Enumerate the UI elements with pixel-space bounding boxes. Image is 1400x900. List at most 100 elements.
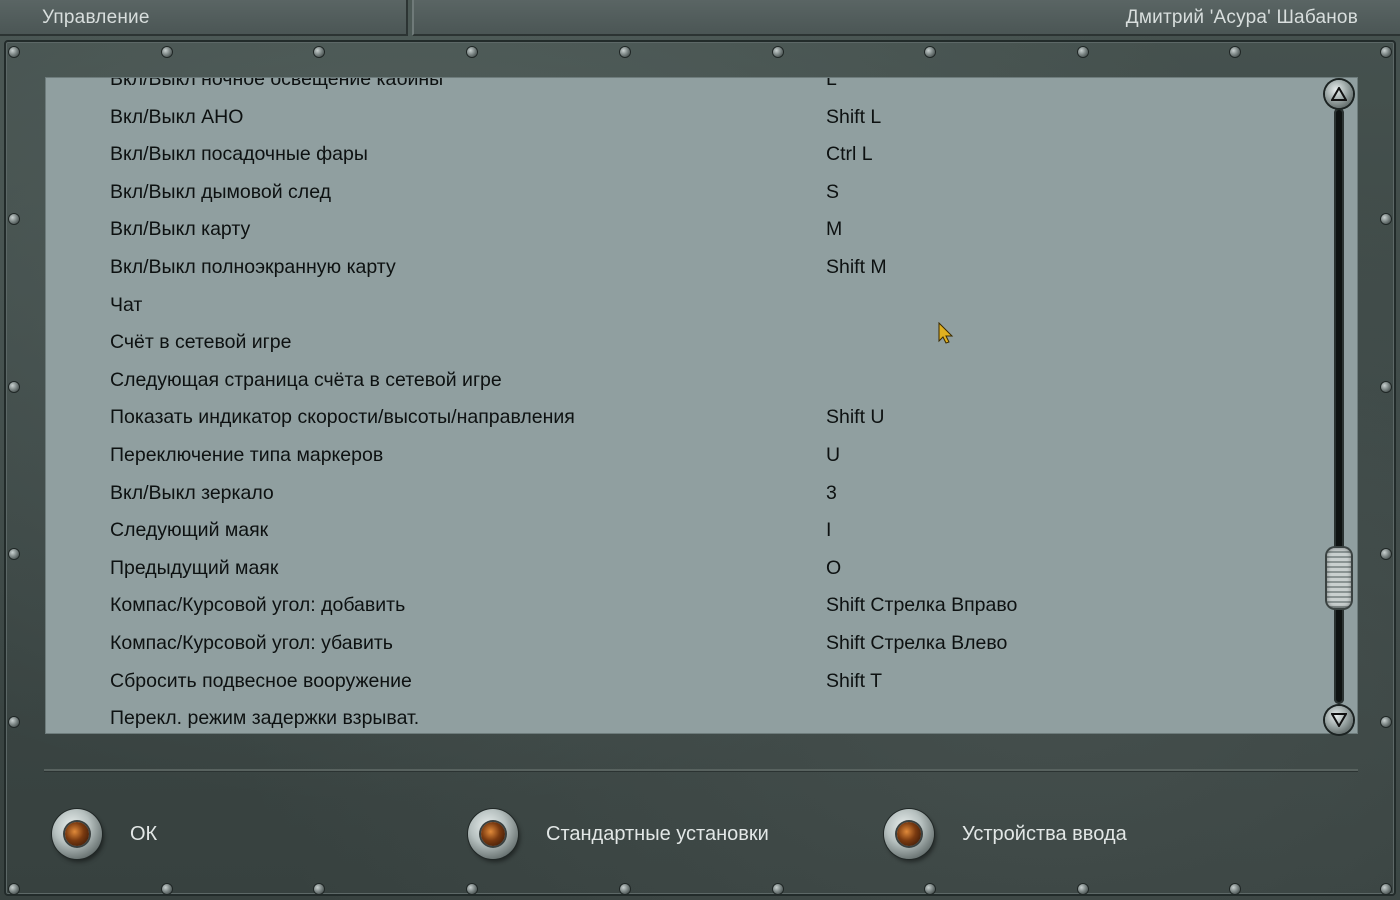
rivet-icon <box>9 884 19 894</box>
list-scrollbar[interactable] <box>1322 80 1356 734</box>
rivet-icon <box>467 884 477 894</box>
rivet-icon <box>9 549 19 559</box>
rivet-icon <box>1078 884 1088 894</box>
action-label: Показать индикатор скорости/высоты/напра… <box>110 406 575 429</box>
rivet-icon <box>9 382 19 392</box>
key-binding[interactable]: I <box>826 519 831 542</box>
list-item[interactable]: Вкл/Выкл дымовой след S <box>46 173 1321 211</box>
rivet-icon <box>1381 549 1391 559</box>
list-item[interactable]: Вкл/Выкл посадочные фары Ctrl L <box>46 135 1321 173</box>
defaults-button-label[interactable]: Стандартные установки <box>546 823 769 846</box>
rivet-icon <box>1230 884 1240 894</box>
list-item[interactable]: Перекл. режим задержки взрыват. <box>46 699 1321 733</box>
list-item[interactable]: Счёт в сетевой игре <box>46 323 1321 361</box>
knob-icon[interactable] <box>468 809 518 859</box>
rivet-icon <box>314 884 324 894</box>
rivet-icon <box>1381 382 1391 392</box>
title-bar-left: Управление <box>0 0 408 36</box>
key-bindings-rows: Вкл/Выкл ночное освещение кабины L Вкл/Вы… <box>46 77 1321 733</box>
key-binding[interactable]: U <box>826 444 840 467</box>
action-label: Вкл/Выкл зеркало <box>110 481 274 504</box>
key-bindings-list[interactable]: Вкл/Выкл ночное освещение кабины L Вкл/Вы… <box>45 77 1358 734</box>
list-item[interactable]: Компас/Курсовой угол: добавить Shift Стре… <box>46 586 1321 624</box>
title-bar-right: Дмитрий 'Асура' Шабанов <box>412 0 1400 36</box>
scroll-down-button[interactable] <box>1325 706 1353 734</box>
rivet-icon <box>773 47 783 57</box>
rivet-icon <box>9 47 19 57</box>
rivet-icon <box>925 884 935 894</box>
list-item[interactable]: Следующая страница счёта в сетевой игре <box>46 361 1321 399</box>
knob-icon[interactable] <box>884 809 934 859</box>
action-label: Компас/Курсовой угол: убавить <box>110 631 393 654</box>
action-label: Вкл/Выкл ночное освещение кабины <box>110 77 444 90</box>
action-label: Вкл/Выкл полноэкранную карту <box>110 255 396 278</box>
key-binding[interactable]: Ctrl L <box>826 143 873 166</box>
rivet-icon <box>467 47 477 57</box>
rivet-icon <box>1381 214 1391 224</box>
pilot-name: Дмитрий 'Асура' Шабанов <box>1125 7 1358 28</box>
list-item[interactable]: Чат <box>46 286 1321 324</box>
key-binding[interactable]: S <box>826 181 839 204</box>
rivet-icon <box>1381 47 1391 57</box>
input-devices-button-label[interactable]: Устройства ввода <box>962 823 1127 846</box>
action-label: Вкл/Выкл дымовой след <box>110 180 331 203</box>
ok-button[interactable]: ОК <box>52 808 157 860</box>
rivet-icon <box>773 884 783 894</box>
rivet-icon <box>162 884 172 894</box>
action-label: Перекл. режим задержки взрыват. <box>110 707 420 730</box>
knob-icon[interactable] <box>52 809 102 859</box>
list-item[interactable]: Компас/Курсовой угол: убавить Shift Стрел… <box>46 624 1321 662</box>
key-binding[interactable]: 3 <box>826 482 837 505</box>
key-binding[interactable]: Shift L <box>826 106 881 129</box>
controls-screen: Управление Дмитрий 'Асура' Шабанов Вкл/В… <box>0 0 1400 900</box>
action-label: Сбросить подвесное вооружение <box>110 669 412 692</box>
scroll-thumb[interactable] <box>1327 548 1351 608</box>
rivet-icon <box>9 717 19 727</box>
key-binding[interactable]: O <box>826 557 841 580</box>
triangle-down-icon <box>1331 713 1347 727</box>
rivet-icon <box>1381 717 1391 727</box>
key-binding[interactable]: L <box>826 78 837 91</box>
rivet-icon <box>925 47 935 57</box>
key-binding[interactable]: M <box>826 218 842 241</box>
list-item[interactable]: Переключение типа маркеров U <box>46 436 1321 474</box>
list-item[interactable]: Вкл/Выкл зеркало 3 <box>46 474 1321 512</box>
list-item[interactable]: Вкл/Выкл карту M <box>46 210 1321 248</box>
list-item[interactable]: Вкл/Выкл полноэкранную карту Shift M <box>46 248 1321 286</box>
action-label: Компас/Курсовой угол: добавить <box>110 594 406 617</box>
action-label: Следующий маяк <box>110 519 269 542</box>
divider <box>44 769 1358 772</box>
rivet-icon <box>1381 884 1391 894</box>
key-binding[interactable]: Shift Стрелка Влево <box>826 632 1007 655</box>
list-item[interactable]: Предыдущий маяк O <box>46 549 1321 587</box>
rivet-icon <box>620 47 630 57</box>
rivet-icon <box>620 884 630 894</box>
action-label: Вкл/Выкл карту <box>110 218 251 241</box>
rivet-icon <box>9 214 19 224</box>
key-binding[interactable]: Shift T <box>826 670 882 693</box>
action-label: Вкл/Выкл АНО <box>110 105 244 128</box>
action-label: Переключение типа маркеров <box>110 443 384 466</box>
scroll-up-button[interactable] <box>1325 80 1353 108</box>
page-title: Управление <box>42 7 150 28</box>
action-label: Вкл/Выкл посадочные фары <box>110 143 368 166</box>
key-binding[interactable]: Shift Стрелка Вправо <box>826 594 1017 617</box>
key-binding[interactable]: Shift U <box>826 406 885 429</box>
input-devices-button[interactable]: Устройства ввода <box>884 808 1127 860</box>
list-item[interactable]: Сбросить подвесное вооружение Shift T <box>46 662 1321 700</box>
action-label: Следующая страница счёта в сетевой игре <box>110 368 502 391</box>
scroll-track[interactable] <box>1334 108 1344 704</box>
rivet-icon <box>1230 47 1240 57</box>
list-item[interactable]: Вкл/Выкл ночное освещение кабины L <box>46 77 1321 98</box>
list-item[interactable]: Следующий маяк I <box>46 511 1321 549</box>
ok-button-label[interactable]: ОК <box>130 823 157 846</box>
list-item[interactable]: Показать индикатор скорости/высоты/напра… <box>46 398 1321 436</box>
key-binding[interactable]: Shift M <box>826 256 887 279</box>
triangle-up-icon <box>1331 87 1347 101</box>
rivet-icon <box>314 47 324 57</box>
rivet-icon <box>1078 47 1088 57</box>
rivet-icon <box>162 47 172 57</box>
list-item[interactable]: Вкл/Выкл АНО Shift L <box>46 98 1321 136</box>
defaults-button[interactable]: Стандартные установки <box>468 808 769 860</box>
action-label: Предыдущий маяк <box>110 556 279 579</box>
